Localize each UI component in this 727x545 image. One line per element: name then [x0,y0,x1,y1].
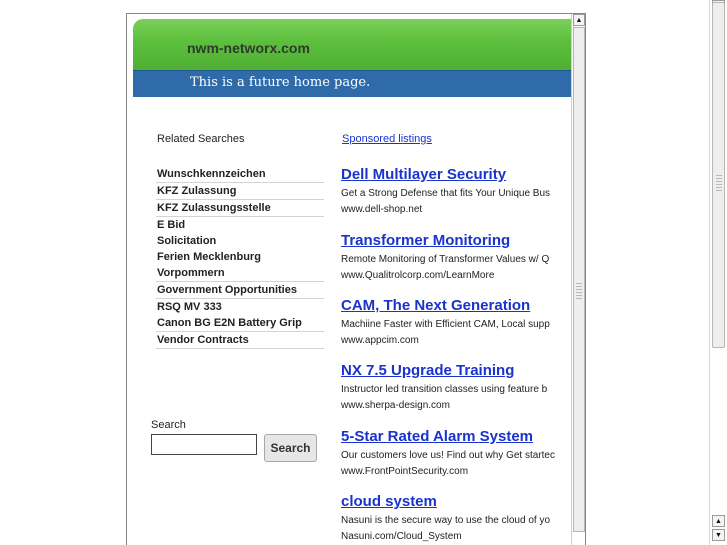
embedded-page-frame: nwm-networx.com This is a future home pa… [126,13,586,545]
ad-listing: 5-Star Rated Alarm System Our customers … [341,428,571,478]
tagline-bar: This is a future home page. [133,70,571,97]
related-search-link[interactable]: Canon BG E2N Battery Grip [156,315,324,332]
scroll-down-arrow-icon[interactable]: ▼ [712,529,725,541]
ad-url: www.Qualitrolcorp.com/LearnMore [341,270,495,281]
grip-icon [716,175,722,191]
related-search-link[interactable]: Ferien Mecklenburg [156,249,324,265]
related-search-link[interactable]: KFZ Zulassung [156,183,324,200]
page-scrollbar-thumb[interactable] [712,2,725,348]
ad-listing: Dell Multilayer Security Get a Strong De… [341,166,571,216]
ad-listing: cloud system Nasuni is the secure way to… [341,493,571,543]
related-search-link[interactable]: Wunschkennzeichen [156,166,324,183]
ad-url: www.FrontPointSecurity.com [341,466,469,477]
frame-scrollbar[interactable]: ▲ [571,14,585,545]
ad-url: www.dell-shop.net [341,204,423,215]
ad-title-link[interactable]: 5-Star Rated Alarm System [341,428,571,446]
ad-title-link[interactable]: cloud system [341,493,571,511]
ad-url: Nasuni.com/Cloud_System [341,531,462,542]
related-search-link[interactable]: RSQ MV 333 [156,299,324,315]
tagline: This is a future home page. [190,75,371,90]
related-search-link[interactable]: Solicitation [156,233,324,249]
ad-listing: NX 7.5 Upgrade Training Instructor led t… [341,362,571,412]
ad-listing: CAM, The Next Generation Machiine Faster… [341,297,571,347]
ad-url: www.appcim.com [341,335,419,346]
search-button[interactable]: Search [264,434,317,462]
related-search-link[interactable]: Government Opportunities [156,282,324,299]
page-scrollbar[interactable]: ▲ ▲ ▼ [709,0,727,545]
ad-title-link[interactable]: Transformer Monitoring [341,232,571,250]
frame-scrollbar-thumb[interactable] [573,27,585,532]
site-name: nwm-networx.com [187,40,310,56]
related-search-link[interactable]: Vendor Contracts [156,332,324,349]
ad-description: Nasuni is the secure way to use the clou… [341,515,551,526]
grip-icon [576,283,582,299]
related-search-link[interactable]: Vorpommern [156,265,324,282]
ad-description: Instructor led transition classes using … [341,384,548,395]
related-search-link[interactable]: E Bid [156,217,324,233]
ad-title-link[interactable]: Dell Multilayer Security [341,166,571,184]
scroll-up-arrow-icon[interactable]: ▲ [573,14,585,26]
ad-title-link[interactable]: NX 7.5 Upgrade Training [341,362,571,380]
search-label: Search [151,419,186,431]
site-header: nwm-networx.com [133,19,571,70]
sponsored-listings-link[interactable]: Sponsored listings [342,133,432,145]
page-content: nwm-networx.com This is a future home pa… [127,14,571,545]
related-searches-heading: Related Searches [157,133,245,145]
ad-url: www.sherpa-design.com [341,400,450,411]
related-searches-list: Wunschkennzeichen KFZ Zulassung KFZ Zula… [156,166,324,349]
scroll-up-arrow-icon[interactable]: ▲ [712,515,725,527]
ad-description: Machiine Faster with Efficient CAM, Loca… [341,319,550,330]
search-input[interactable] [151,434,257,455]
ad-description: Remote Monitoring of Transformer Values … [341,254,550,265]
related-search-link[interactable]: KFZ Zulassungsstelle [156,200,324,217]
ad-description: Our customers love us! Find out why Get … [341,450,555,461]
ad-title-link[interactable]: CAM, The Next Generation [341,297,571,315]
ad-description: Get a Strong Defense that fits Your Uniq… [341,188,551,199]
ad-listing: Transformer Monitoring Remote Monitoring… [341,232,571,282]
